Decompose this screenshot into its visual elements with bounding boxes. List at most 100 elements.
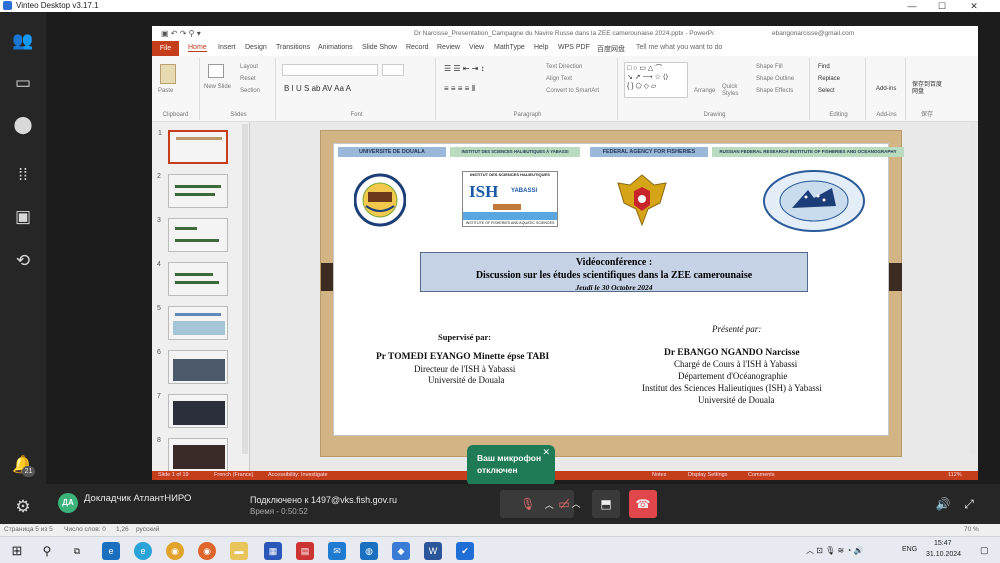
replace-button[interactable]: Replace <box>818 76 840 82</box>
toast-close-icon[interactable]: ✕ <box>542 446 550 458</box>
status-zoom[interactable]: 112% <box>948 472 962 478</box>
start-windows-icon[interactable]: ⊞ <box>8 542 26 560</box>
clock-date[interactable]: 31.10.2024 <box>926 551 961 558</box>
mail-icon[interactable]: ✉ <box>328 542 346 560</box>
reset-button[interactable]: Reset <box>240 76 256 82</box>
tab-help[interactable]: Help <box>534 44 548 51</box>
thumbnail-slide-4[interactable]: 4 <box>157 261 228 296</box>
shape-fill-button[interactable]: Shape Fill <box>756 64 783 70</box>
tab-wps-pdf[interactable]: WPS PDF <box>558 44 590 51</box>
group-label-drawing: Drawing <box>703 112 726 118</box>
tab-review[interactable]: Review <box>437 44 460 51</box>
group-slides: New Slide Layout Reset Section Slides <box>202 58 276 120</box>
section-button[interactable]: Section <box>240 88 260 94</box>
tab-transitions[interactable]: Transitions <box>276 44 310 51</box>
tab-insert[interactable]: Insert <box>218 44 236 51</box>
tab-slide-show[interactable]: Slide Show <box>362 44 397 51</box>
tab-view[interactable]: View <box>469 44 484 51</box>
minimize-button[interactable]: — <box>900 0 924 12</box>
clock-time[interactable]: 15:47 <box>934 540 952 547</box>
fullscreen-icon[interactable]: ⤢ <box>958 490 980 518</box>
hang-up-button[interactable]: ☎ <box>629 490 657 518</box>
thumbnail-slide-7[interactable]: 7 <box>157 393 228 428</box>
slide-scrollbar[interactable] <box>970 124 976 454</box>
word-icon[interactable]: W <box>424 542 442 560</box>
chat-app-icon[interactable]: ◍ <box>360 542 378 560</box>
camera-options-chevron-icon[interactable]: ︿ <box>566 490 586 518</box>
arrange-button[interactable]: Arrange <box>694 88 715 94</box>
thumbnail-slide-8[interactable]: 8 <box>157 437 228 472</box>
chrome-icon[interactable]: ◉ <box>166 542 184 560</box>
shapes-gallery[interactable]: □ ○ ▭ △ ⌒ ↘ ↗ ⟶ ☆ ⟨⟩{ } ⬠ ◇ ▱ <box>624 62 688 98</box>
maximize-button[interactable]: ☐ <box>930 0 954 12</box>
firefox-icon[interactable]: ◉ <box>198 542 216 560</box>
group-clipboard: Paste Clipboard <box>152 58 200 120</box>
volume-icon[interactable]: 🔊 <box>932 490 954 518</box>
tab-record[interactable]: Record <box>406 44 429 51</box>
font-size-box[interactable] <box>382 64 404 76</box>
status-notes[interactable]: Notes <box>652 472 666 478</box>
font-name-box[interactable] <box>282 64 378 76</box>
settings-gear-icon[interactable]: ⚙ <box>12 496 34 518</box>
window-title: Vinteo Desktop v3.17.1 <box>16 1 99 10</box>
screen-share-button[interactable]: ⬒ <box>592 490 620 518</box>
pdf-reader-icon[interactable]: ▤ <box>296 542 314 560</box>
thumbnail-slide-6[interactable]: 6 <box>157 349 228 384</box>
tab-mathtype[interactable]: MathType <box>494 44 525 51</box>
profile-card-icon[interactable]: ▣ <box>12 206 34 228</box>
app-icon[interactable]: ◆ <box>392 542 410 560</box>
tab-home[interactable]: Home <box>188 44 207 52</box>
notifications-center-icon[interactable]: ▢ <box>980 545 989 556</box>
thumbnail-slide-3[interactable]: 3 <box>157 217 228 252</box>
tell-me-search[interactable]: Tell me what you want to do <box>636 44 722 51</box>
quick-styles-button[interactable]: Quick Styles <box>722 84 748 98</box>
status-comments[interactable]: Comments <box>748 472 775 478</box>
tab-design[interactable]: Design <box>245 44 267 51</box>
supervisor-name: Pr TOMEDI EYANGO Minette épse TABI <box>376 352 550 362</box>
paste-button[interactable]: Paste <box>158 88 173 94</box>
list-icons[interactable]: ☰ ☰ ⇤ ⇥ ↕ <box>444 64 485 73</box>
microphone-muted-icon[interactable]: 🎙 <box>520 497 535 511</box>
vinteo-taskbar-icon[interactable]: ✔ <box>456 542 474 560</box>
internet-explorer-icon[interactable]: e <box>102 542 120 560</box>
select-button[interactable]: Select <box>818 88 835 94</box>
thumbnails-scrollbar[interactable] <box>242 124 248 454</box>
history-icon[interactable]: ⟲ <box>12 250 34 272</box>
input-language[interactable]: ENG <box>902 546 917 553</box>
status-display-settings[interactable]: Display Settings <box>688 472 727 478</box>
tab-baidu[interactable]: 百度网盘 <box>597 44 625 54</box>
thumbnail-slide-5[interactable]: 5 <box>157 305 228 340</box>
apps-grid-icon[interactable]: ⁞⁞ <box>12 164 34 186</box>
new-slide-button[interactable]: New Slide <box>204 84 232 91</box>
shape-outline-button[interactable]: Shape Outline <box>756 76 794 82</box>
mic-muted-toast: Ваш микрофон отключен ✕ <box>467 445 555 492</box>
shape-effects-button[interactable]: Shape Effects <box>756 88 793 94</box>
layout-button[interactable]: Layout <box>240 64 258 70</box>
tray-icons[interactable]: ︿ ⊡ 🎙 ≋ ◔ 🔊 <box>806 545 863 556</box>
align-text-button[interactable]: Align Text <box>546 76 572 82</box>
baidu-save-button[interactable]: 保存到百度网盘 <box>912 82 944 96</box>
find-button[interactable]: Find <box>818 64 830 70</box>
contacts-icon[interactable]: 👥 <box>12 30 34 52</box>
store-icon[interactable]: ▦ <box>264 542 282 560</box>
tab-file[interactable]: File <box>152 41 179 56</box>
status-accessibility[interactable]: Accessibility: Investigate <box>268 472 328 478</box>
task-view-icon[interactable]: ⧉ <box>68 542 86 560</box>
search-icon[interactable]: ⚲ <box>38 542 56 560</box>
tab-animations[interactable]: Animations <box>318 44 353 51</box>
thumbnail-slide-1[interactable]: 1 <box>158 130 228 164</box>
thumbnail-slide-2[interactable]: 2 <box>157 173 228 208</box>
participants-icon[interactable]: ⬤ <box>12 114 34 136</box>
edge-icon[interactable]: e <box>134 542 152 560</box>
align-icons[interactable]: ≡ ≡ ≡ ≡ ⦀ <box>444 84 475 94</box>
text-direction-button[interactable]: Text Direction <box>546 64 582 70</box>
font-format-icons[interactable]: B I U S ab AV Aa A <box>284 84 351 93</box>
file-explorer-icon[interactable]: ▬ <box>230 542 248 560</box>
close-button[interactable]: ✕ <box>962 0 986 12</box>
addins-button[interactable]: Add-ins <box>876 86 896 92</box>
chat-icon[interactable]: ▭ <box>12 72 34 94</box>
toast-line2: отключен <box>477 465 518 475</box>
group-label-addins: Add-ins <box>876 112 897 118</box>
smartart-button[interactable]: Convert to SmartArt <box>546 88 599 94</box>
vinteo-app: Vinteo Desktop v3.17.1 — ☐ ✕ 👥 ▭ ⬤ ⁞⁞ ▣ … <box>0 0 1000 563</box>
